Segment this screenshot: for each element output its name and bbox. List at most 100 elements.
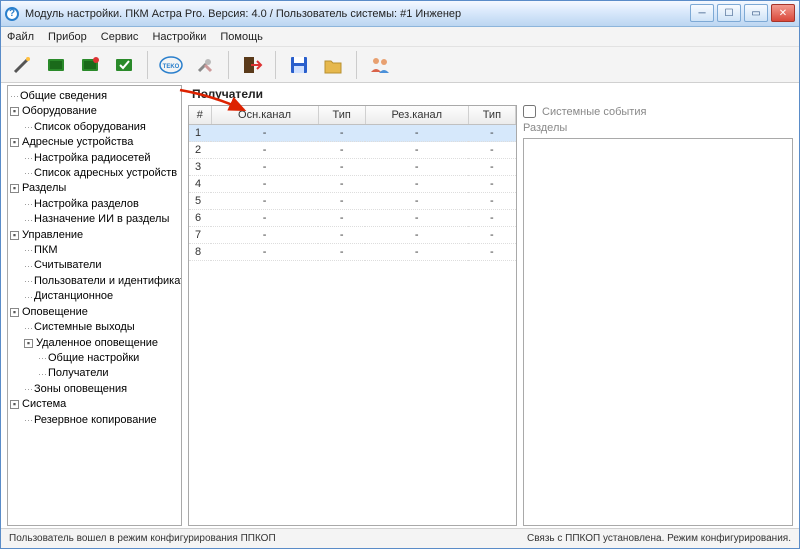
cell-res: - — [365, 193, 468, 210]
titlebar: ? Модуль настройки. ПКМ Астра Pro. Верси… — [1, 1, 799, 27]
cell-type1: - — [318, 176, 365, 193]
table-row[interactable]: 6---- — [189, 210, 516, 227]
toggle-icon[interactable]: ▪ — [10, 231, 19, 240]
cell-type2: - — [468, 244, 515, 261]
toggle-icon[interactable]: ▪ — [10, 138, 19, 147]
col-type1[interactable]: Тип — [318, 106, 365, 125]
page-title: Получатели — [188, 85, 793, 105]
cell-type2: - — [468, 159, 515, 176]
toggle-icon[interactable]: ▪ — [10, 184, 19, 193]
cell-type1: - — [318, 227, 365, 244]
svg-text:TEKO: TEKO — [163, 64, 180, 70]
tree-system[interactable]: Система — [22, 398, 66, 410]
cell-num: 5 — [189, 193, 211, 210]
table-row[interactable]: 7---- — [189, 227, 516, 244]
tree-users-ids[interactable]: Пользователи и идентификаторы — [34, 275, 182, 287]
tree-recipients[interactable]: Получатели — [48, 367, 109, 379]
tree-ii-assign[interactable]: Назначение ИИ в разделы — [34, 213, 169, 225]
tool-board1-icon[interactable] — [41, 50, 71, 80]
cell-type2: - — [468, 227, 515, 244]
tree-sys-outputs[interactable]: Системные выходы — [34, 321, 135, 333]
menu-help[interactable]: Помощь — [220, 31, 263, 43]
table-row[interactable]: 5---- — [189, 193, 516, 210]
tree-remote[interactable]: Дистанционное — [34, 290, 113, 302]
separator — [228, 51, 229, 79]
tree-addr-list[interactable]: Список адресных устройств — [34, 167, 177, 179]
col-res-channel[interactable]: Рез.канал — [365, 106, 468, 125]
tree-equipment-list[interactable]: Список оборудования — [34, 121, 146, 133]
col-type2[interactable]: Тип — [468, 106, 515, 125]
toggle-icon[interactable]: ▪ — [24, 339, 33, 348]
tool-teko-icon[interactable]: TEKO — [156, 50, 186, 80]
restore-button[interactable]: ☐ — [717, 4, 741, 22]
system-events-checkbox[interactable]: Системные события — [523, 105, 793, 118]
tree-backup[interactable]: Резервное копирование — [34, 414, 157, 426]
menu-service[interactable]: Сервис — [101, 31, 139, 43]
cell-type1: - — [318, 142, 365, 159]
tool-board3-icon[interactable] — [109, 50, 139, 80]
tool-exit-icon[interactable] — [237, 50, 267, 80]
tree-radio-setup[interactable]: Настройка радиосетей — [34, 152, 151, 164]
table-row[interactable]: 2---- — [189, 142, 516, 159]
nav-tree[interactable]: Общие сведения ▪Оборудование Список обор… — [7, 85, 182, 526]
sections-list[interactable] — [523, 138, 793, 526]
separator — [147, 51, 148, 79]
cell-res: - — [365, 176, 468, 193]
tree-notify-zones[interactable]: Зоны оповещения — [34, 383, 127, 395]
menu-device[interactable]: Прибор — [48, 31, 87, 43]
menubar: Файл Прибор Сервис Настройки Помощь — [1, 27, 799, 47]
cell-type1: - — [318, 125, 365, 142]
col-num[interactable]: # — [189, 106, 211, 125]
close-button[interactable]: ✕ — [771, 4, 795, 22]
cell-main: - — [211, 244, 318, 261]
cell-num: 1 — [189, 125, 211, 142]
cell-num: 8 — [189, 244, 211, 261]
toggle-icon[interactable]: ▪ — [10, 308, 19, 317]
table-row[interactable]: 8---- — [189, 244, 516, 261]
tree-sections[interactable]: Разделы — [22, 182, 66, 194]
tree-remote-notify[interactable]: Удаленное оповещение — [36, 337, 158, 349]
cell-num: 7 — [189, 227, 211, 244]
status-right: Связь с ППКОП установлена. Режим конфигу… — [527, 533, 791, 544]
tool-save-icon[interactable] — [284, 50, 314, 80]
tree-control[interactable]: Управление — [22, 229, 83, 241]
cell-main: - — [211, 227, 318, 244]
system-events-label: Системные события — [542, 106, 646, 118]
tree-readers[interactable]: Считыватели — [34, 259, 101, 271]
status-left: Пользователь вошел в режим конфигурирова… — [9, 533, 276, 544]
cell-res: - — [365, 227, 468, 244]
cell-res: - — [365, 244, 468, 261]
maximize-button[interactable]: ▭ — [744, 4, 768, 22]
system-events-input[interactable] — [523, 105, 536, 118]
cell-type2: - — [468, 142, 515, 159]
cell-type2: - — [468, 210, 515, 227]
cell-num: 3 — [189, 159, 211, 176]
cell-type2: - — [468, 176, 515, 193]
menu-file[interactable]: Файл — [7, 31, 34, 43]
col-main-channel[interactable]: Осн.канал — [211, 106, 318, 125]
tool-board2-icon[interactable] — [75, 50, 105, 80]
minimize-button[interactable]: ─ — [690, 4, 714, 22]
tree-equipment[interactable]: Оборудование — [22, 105, 97, 117]
recipients-table[interactable]: # Осн.канал Тип Рез.канал Тип 1----2----… — [189, 106, 516, 261]
recipients-table-wrap: # Осн.канал Тип Рез.канал Тип 1----2----… — [188, 105, 517, 526]
tool-tools-icon[interactable] — [190, 50, 220, 80]
table-row[interactable]: 1---- — [189, 125, 516, 142]
tree-general-settings[interactable]: Общие настройки — [48, 352, 139, 364]
tool-users-icon[interactable] — [365, 50, 395, 80]
tree-general[interactable]: Общие сведения — [20, 90, 107, 102]
tree-notify[interactable]: Оповещение — [22, 306, 88, 318]
toggle-icon[interactable]: ▪ — [10, 107, 19, 116]
tree-sections-setup[interactable]: Настройка разделов — [34, 198, 139, 210]
table-row[interactable]: 3---- — [189, 159, 516, 176]
menu-settings[interactable]: Настройки — [152, 31, 206, 43]
cell-main: - — [211, 125, 318, 142]
tool-folder-icon[interactable] — [318, 50, 348, 80]
toggle-icon[interactable]: ▪ — [10, 400, 19, 409]
tree-pkm[interactable]: ПКМ — [34, 244, 57, 256]
tool-wand-icon[interactable] — [7, 50, 37, 80]
tree-addr-devices[interactable]: Адресные устройства — [22, 136, 133, 148]
window-title: Модуль настройки. ПКМ Астра Pro. Версия:… — [25, 8, 461, 20]
table-row[interactable]: 4---- — [189, 176, 516, 193]
cell-type1: - — [318, 193, 365, 210]
